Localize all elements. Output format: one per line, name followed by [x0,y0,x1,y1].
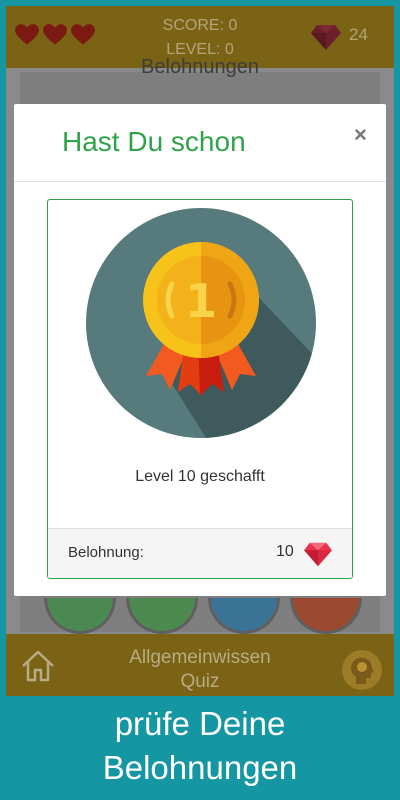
reward-badges-row [44,598,362,634]
lives-hearts [14,22,96,48]
achievement-text: Level 10 geschafft [135,468,265,485]
app-title-line2: Quiz [180,671,220,692]
heart-icon [43,24,67,45]
home-icon[interactable] [20,649,56,683]
app-title: Allgemeinwissen Quiz [96,646,304,694]
bottom-bar: Allgemeinwissen Quiz [6,634,394,696]
app-title-line1: Allgemeinwissen [129,647,271,668]
lightbulb-head-icon[interactable] [342,650,382,690]
caption-line1: prüfe Deine [114,705,286,742]
score-text: SCORE: 0 [162,17,238,34]
reward-label: Belohnung: [68,544,144,561]
achievement-dialog: Hast Du schon × 1 Level 10 geschafft Bel… [14,104,386,596]
reward-value: 10 [276,543,294,560]
gem-count: 24 [349,25,368,44]
reward-badge [44,598,116,634]
caption-line2: Belohnungen [102,749,298,786]
gem-icon [311,25,341,50]
achievement-card: 1 Level 10 geschafft Belohnung: 10 [47,199,353,579]
reward-badge [208,598,280,634]
heart-icon [71,24,95,45]
reward-badge [290,598,362,634]
gem-icon [304,542,332,567]
close-button[interactable]: × [354,122,367,148]
dialog-title: Hast Du schon [62,126,246,157]
score-level-display: SCORE: 0 LEVEL: 0 [126,14,274,62]
reward-row: Belohnung: 10 [48,528,352,578]
promo-caption: prüfe Deine Belohnungen [0,702,400,790]
dialog-header: Hast Du schon × [14,104,386,182]
reward-badge [126,598,198,634]
medal-icon: 1 [86,208,316,438]
rewards-page-title: Belohnungen [141,56,259,78]
medal-number: 1 [185,274,217,328]
heart-icon [15,24,39,45]
